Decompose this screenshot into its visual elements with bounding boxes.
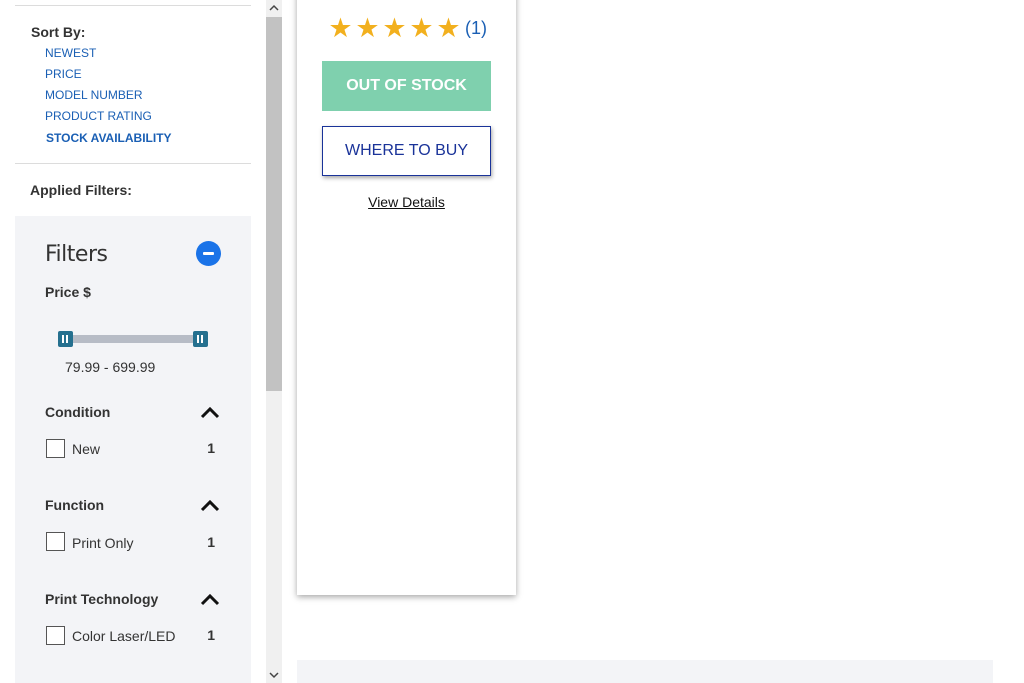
star-icon: ★ [355,12,380,43]
option-count-new: 1 [207,440,215,456]
view-details-link[interactable]: View Details [297,194,516,210]
filter-sidebar: Sort By: NEWEST PRICE MODEL NUMBER PRODU… [15,0,251,683]
sort-divider [15,163,251,164]
price-slider-min-handle[interactable] [58,331,73,347]
price-slider-max-handle[interactable] [193,331,208,347]
applied-filters-title: Applied Filters: [30,182,132,198]
chevron-up-icon[interactable] [200,405,220,419]
scroll-down-arrow-icon[interactable] [266,667,282,683]
option-label-print-only: Print Only [72,535,134,551]
sort-option-stock-availability[interactable]: STOCK AVAILABILITY [46,131,172,145]
sort-option-newest[interactable]: NEWEST [45,46,96,60]
checkbox-print-technology-color-laser[interactable] [46,626,65,645]
top-divider [15,5,251,6]
next-section-strip [297,660,993,683]
product-rating[interactable]: ★ ★ ★ ★ ★ (1) [327,12,487,44]
facet-title-condition: Condition [45,404,111,420]
option-label-new: New [72,441,101,457]
where-to-buy-button[interactable]: WHERE TO BUY [322,126,491,176]
out-of-stock-button: OUT OF STOCK [322,61,491,111]
minus-circle-icon[interactable] [196,241,221,266]
facet-title-print-technology: Print Technology [45,591,159,607]
filters-heading: Filters [45,242,108,267]
star-icon: ★ [409,12,434,43]
chevron-up-icon[interactable] [200,498,220,512]
option-label-color-laser: Color Laser/LED [72,628,176,644]
checkbox-condition-new[interactable] [46,439,65,458]
checkbox-function-print-only[interactable] [46,532,65,551]
sort-by-title: Sort By: [31,24,86,40]
option-count-print-only: 1 [207,534,215,550]
star-icon: ★ [328,12,353,43]
star-icon: ★ [436,12,461,43]
sort-option-product-rating[interactable]: PRODUCT RATING [45,109,152,123]
sort-option-model-number[interactable]: MODEL NUMBER [45,88,143,102]
sort-option-price[interactable]: PRICE [45,67,82,81]
price-filter-label: Price $ [45,284,91,300]
sidebar-scrollbar[interactable] [266,0,282,683]
chevron-up-icon[interactable] [200,592,220,606]
review-count-link[interactable]: (1) [465,18,487,39]
product-card: ★ ★ ★ ★ ★ (1) OUT OF STOCK WHERE TO BUY … [297,0,516,595]
price-range-text: 79.99 - 699.99 [65,359,156,375]
star-icon: ★ [382,12,407,43]
facet-title-function: Function [45,497,105,513]
price-slider-track[interactable] [65,335,201,343]
scroll-up-arrow-icon[interactable] [266,0,282,16]
filters-panel: Filters Price $ 79.99 - 699.99 Condition… [15,216,251,683]
scrollbar-thumb[interactable] [266,17,282,391]
option-count-color-laser: 1 [207,627,215,643]
